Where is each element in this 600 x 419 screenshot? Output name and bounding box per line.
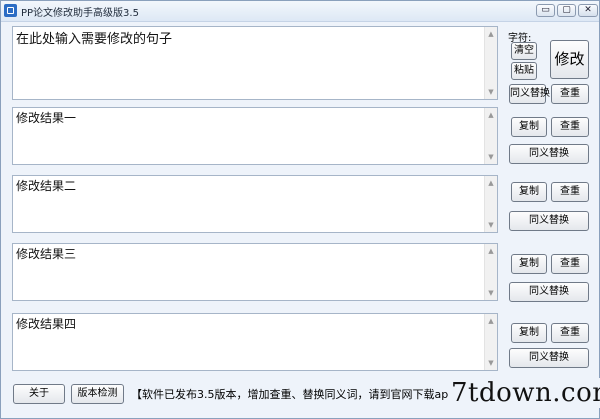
result-text-2: 修改结果二 — [16, 179, 77, 193]
clear-button[interactable]: 清空 — [511, 42, 537, 60]
scroll-down-icon[interactable]: ▼ — [485, 219, 497, 231]
copy-button-4[interactable]: 复制 — [511, 323, 547, 343]
scroll-up-icon[interactable]: ▲ — [485, 315, 497, 327]
result-textarea-3[interactable]: 修改结果三 ▲ ▼ — [12, 243, 498, 301]
result-textarea-4[interactable]: 修改结果四 ▲ ▼ — [12, 313, 498, 371]
close-button[interactable]: ✕ — [578, 4, 598, 17]
result-textarea-2[interactable]: 修改结果二 ▲ ▼ — [12, 175, 498, 233]
window-title: PP论文修改助手高级版3.5 — [21, 8, 139, 19]
app-logo-icon — [4, 4, 17, 17]
result-scrollbar-2[interactable]: ▲ ▼ — [484, 176, 497, 232]
synonym-button-3[interactable]: 同义替换 — [509, 282, 589, 302]
scroll-up-icon[interactable]: ▲ — [485, 177, 497, 189]
title-bar[interactable]: PP论文修改助手高级版3.5 ▭ ▢ ✕ — [1, 1, 599, 22]
result-scrollbar-1[interactable]: ▲ ▼ — [484, 108, 497, 164]
synonym-replace-button[interactable]: 同义替换 — [509, 84, 550, 104]
status-message: 【软件已发布3.5版本，增加查重、替换同义词，请到官网下载app.iptchec… — [131, 388, 476, 401]
check-button-3[interactable]: 查重 — [551, 254, 589, 274]
input-scrollbar[interactable]: ▲ ▼ — [484, 27, 497, 99]
copy-button-1[interactable]: 复制 — [511, 117, 547, 137]
check-duplicate-button[interactable]: 查重 — [551, 84, 589, 104]
modify-button[interactable]: 修改 — [550, 40, 589, 79]
scroll-up-icon[interactable]: ▲ — [485, 245, 497, 257]
check-button-1[interactable]: 查重 — [551, 117, 589, 137]
about-button[interactable]: 关于 — [13, 384, 65, 404]
maximize-button[interactable]: ▢ — [557, 4, 576, 17]
copy-button-2[interactable]: 复制 — [511, 182, 547, 202]
input-text: 在此处输入需要修改的句子 — [16, 32, 173, 47]
result-textarea-1[interactable]: 修改结果一 ▲ ▼ — [12, 107, 498, 165]
copy-button-3[interactable]: 复制 — [511, 254, 547, 274]
result-text-1: 修改结果一 — [16, 111, 77, 125]
app-window: PP论文修改助手高级版3.5 ▭ ▢ ✕ 在此处输入需要修改的句子 ▲ ▼ 字符… — [0, 0, 600, 419]
check-button-2[interactable]: 查重 — [551, 182, 589, 202]
scroll-down-icon[interactable]: ▼ — [485, 86, 497, 98]
synonym-button-4[interactable]: 同义替换 — [509, 348, 589, 368]
scroll-up-icon[interactable]: ▲ — [485, 28, 497, 40]
result-scrollbar-4[interactable]: ▲ ▼ — [484, 314, 497, 370]
result-text-3: 修改结果三 — [16, 247, 77, 261]
input-textarea[interactable]: 在此处输入需要修改的句子 ▲ ▼ — [12, 26, 498, 100]
version-check-button[interactable]: 版本检测 — [71, 384, 124, 404]
result-text-4: 修改结果四 — [16, 317, 77, 331]
scroll-down-icon[interactable]: ▼ — [485, 151, 497, 163]
paste-button[interactable]: 粘贴 — [511, 62, 537, 80]
scroll-down-icon[interactable]: ▼ — [485, 287, 497, 299]
scroll-down-icon[interactable]: ▼ — [485, 357, 497, 369]
watermark-text: 7tdown.com — [449, 378, 600, 408]
synonym-button-2[interactable]: 同义替换 — [509, 211, 589, 231]
check-button-4[interactable]: 查重 — [551, 323, 589, 343]
synonym-button-1[interactable]: 同义替换 — [509, 144, 589, 164]
result-scrollbar-3[interactable]: ▲ ▼ — [484, 244, 497, 300]
scroll-up-icon[interactable]: ▲ — [485, 109, 497, 121]
minimize-button[interactable]: ▭ — [536, 4, 555, 17]
